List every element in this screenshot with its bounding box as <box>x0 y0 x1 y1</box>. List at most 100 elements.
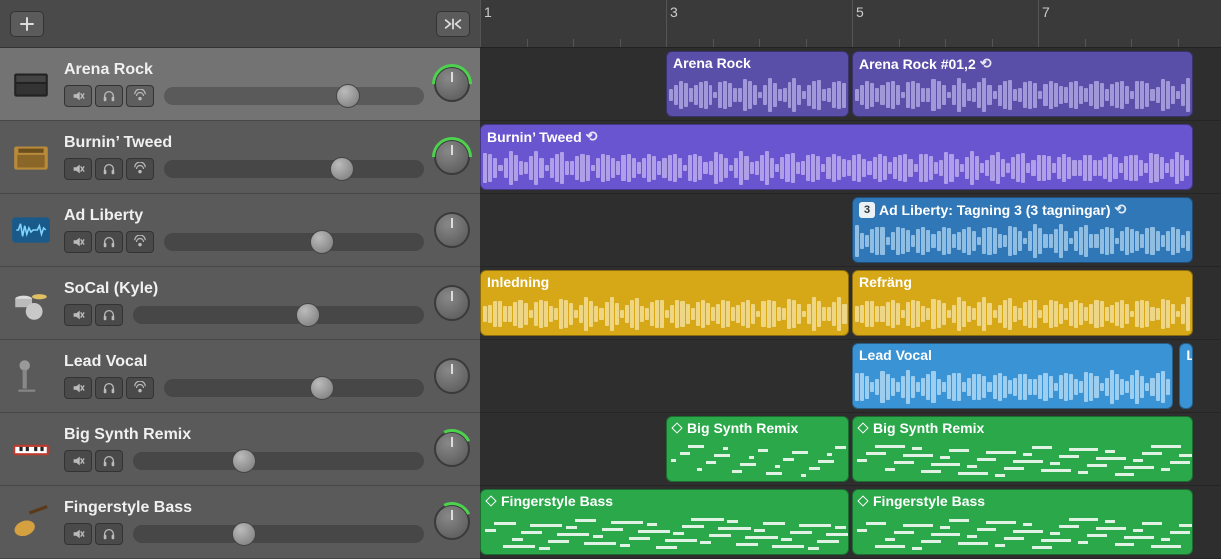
track-controls <box>64 304 424 326</box>
region-lane[interactable]: Lead Vocal Lead <box>480 340 1221 413</box>
region-lane[interactable]: Inledning Refräng <box>480 267 1221 340</box>
volume-thumb[interactable] <box>310 230 334 254</box>
pan-knob[interactable] <box>434 212 470 248</box>
mute-button[interactable] <box>64 158 92 180</box>
pan-knob[interactable] <box>434 139 470 175</box>
track-controls <box>64 85 424 107</box>
input-monitor-button[interactable] <box>126 377 154 399</box>
region-lane[interactable]: Fingerstyle BassFingerstyle Bass <box>480 486 1221 559</box>
track-header[interactable]: Lead Vocal <box>0 340 480 413</box>
region-label: Arena Rock #01,2⟲ <box>859 55 1186 72</box>
volume-thumb[interactable] <box>336 84 360 108</box>
volume-thumb[interactable] <box>232 449 256 473</box>
volume-thumb[interactable] <box>232 522 256 546</box>
track-name-label: Arena Rock <box>64 61 424 79</box>
loop-icon: ⟲ <box>586 128 598 145</box>
solo-headphones-button[interactable] <box>95 304 123 326</box>
mute-button[interactable] <box>64 85 92 107</box>
midi-notes <box>485 514 844 550</box>
track-info: Arena Rock <box>64 61 424 107</box>
knob-ring <box>424 56 481 113</box>
catch-playhead-button[interactable] <box>436 11 470 37</box>
mute-button[interactable] <box>64 450 92 472</box>
pan-knob[interactable] <box>434 504 470 540</box>
ruler-tick <box>480 39 481 47</box>
volume-slider[interactable] <box>164 233 424 251</box>
mute-button[interactable] <box>64 523 92 545</box>
region[interactable]: Inledning <box>480 270 849 336</box>
mute-button[interactable] <box>64 231 92 253</box>
input-monitor-icon <box>133 235 147 249</box>
pan-knob[interactable] <box>434 285 470 321</box>
volume-slider[interactable] <box>164 87 424 105</box>
region[interactable]: Refräng <box>852 270 1193 336</box>
track-header[interactable]: Burnin’ Tweed <box>0 121 480 194</box>
mute-button[interactable] <box>64 304 92 326</box>
region[interactable]: Fingerstyle Bass <box>852 489 1193 555</box>
track-header[interactable]: Arena Rock <box>0 48 480 121</box>
headphones-icon <box>102 527 116 541</box>
ruler-tick <box>852 39 853 47</box>
volume-slider[interactable] <box>164 160 424 178</box>
region[interactable]: Burnin’ Tweed⟲ <box>480 124 1193 190</box>
region[interactable]: 3Ad Liberty: Tagning 3 (3 tagningar)⟲ <box>852 197 1193 263</box>
track-header[interactable]: Ad Liberty <box>0 194 480 267</box>
headphones-icon <box>102 308 116 322</box>
loop-icon: ⟲ <box>980 55 992 72</box>
region[interactable]: Arena Rock #01,2⟲ <box>852 51 1193 117</box>
track-info: Lead Vocal <box>64 353 424 399</box>
region[interactable]: Big Synth Remix <box>666 416 849 482</box>
region-name: Lead Vocal <box>859 347 932 363</box>
region[interactable]: Lead Vocal <box>852 343 1173 409</box>
region-lane[interactable]: Big Synth Remix Big Synth Remix <box>480 413 1221 486</box>
timeline-ruler[interactable]: 1357 <box>480 0 1221 48</box>
solo-headphones-button[interactable] <box>95 377 123 399</box>
track-controls <box>64 377 424 399</box>
solo-headphones-button[interactable] <box>95 450 123 472</box>
mute-icon <box>71 527 85 541</box>
region-label: Refräng <box>859 274 1186 290</box>
volume-slider[interactable] <box>133 525 424 543</box>
ruler-tick <box>573 39 574 47</box>
midi-notes <box>857 441 1188 477</box>
daw-app: Arena Rock Burnin’ TweedAd LibertySoCal (… <box>0 0 1221 559</box>
region-lane[interactable]: 3Ad Liberty: Tagning 3 (3 tagningar)⟲ <box>480 194 1221 267</box>
pan-knob[interactable] <box>434 66 470 102</box>
track-header[interactable]: Fingerstyle Bass <box>0 486 480 559</box>
input-monitor-button[interactable] <box>126 158 154 180</box>
track-header[interactable]: SoCal (Kyle) <box>0 267 480 340</box>
solo-headphones-button[interactable] <box>95 231 123 253</box>
region[interactable]: Arena Rock <box>666 51 849 117</box>
mic-icon <box>8 350 54 402</box>
solo-headphones-button[interactable] <box>95 85 123 107</box>
region-label: Big Synth Remix <box>673 420 842 436</box>
region-lane[interactable]: Arena Rock Arena Rock #01,2⟲ <box>480 48 1221 121</box>
track-controls <box>64 450 424 472</box>
track-header[interactable]: Big Synth Remix <box>0 413 480 486</box>
region-lane[interactable]: Burnin’ Tweed⟲ <box>480 121 1221 194</box>
volume-slider[interactable] <box>133 306 424 324</box>
input-monitor-button[interactable] <box>126 85 154 107</box>
timeline-panel[interactable]: 1357 Arena Rock Arena Rock #01,2⟲ Burnin’ … <box>480 0 1221 559</box>
solo-headphones-button[interactable] <box>95 158 123 180</box>
track-controls <box>64 523 424 545</box>
solo-headphones-button[interactable] <box>95 523 123 545</box>
pan-knob[interactable] <box>434 431 470 467</box>
region[interactable]: Fingerstyle Bass <box>480 489 849 555</box>
mute-button[interactable] <box>64 377 92 399</box>
add-track-button[interactable] <box>10 11 44 37</box>
region[interactable]: Big Synth Remix <box>852 416 1193 482</box>
loop-diamond-icon <box>857 495 868 506</box>
volume-thumb[interactable] <box>330 157 354 181</box>
input-monitor-button[interactable] <box>126 231 154 253</box>
ruler-tick <box>713 39 714 47</box>
catch-icon <box>442 17 464 31</box>
pan-knob[interactable] <box>434 358 470 394</box>
volume-thumb[interactable] <box>296 303 320 327</box>
region-label: 3Ad Liberty: Tagning 3 (3 tagningar)⟲ <box>859 201 1186 218</box>
region[interactable]: Lead <box>1179 343 1193 409</box>
volume-thumb[interactable] <box>310 376 334 400</box>
volume-slider[interactable] <box>133 452 424 470</box>
volume-slider[interactable] <box>164 379 424 397</box>
bass-icon <box>8 496 54 548</box>
